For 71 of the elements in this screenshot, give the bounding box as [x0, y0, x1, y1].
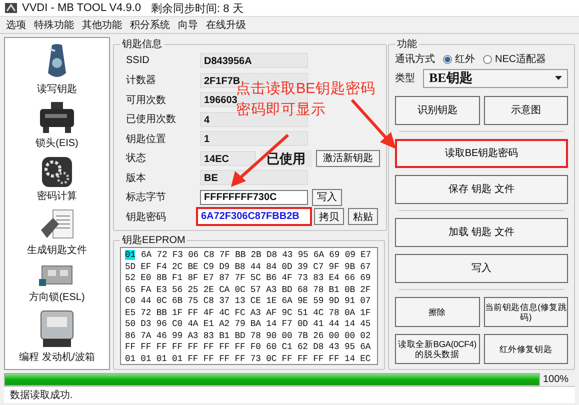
function-button[interactable]: 当前钥匙信息(修复跳码): [484, 297, 568, 327]
gear-icon: [41, 156, 73, 188]
hex-row: E5 72 BB 1F FF 4F 4C FC A3 AF 9C 51 4C 78 0A 1F: [125, 308, 371, 318]
function-button[interactable]: 识别钥匙: [395, 96, 480, 125]
sidebar-item[interactable]: 编程 发动机/波箱: [19, 350, 95, 364]
status-text: 已使用: [260, 150, 312, 166]
field-label: 版本: [125, 172, 147, 184]
field-label: 标志字节: [125, 190, 167, 204]
caret-icon: [555, 76, 562, 80]
radio-label: 红外: [455, 53, 475, 66]
radio-button[interactable]: [443, 54, 452, 64]
field-label: 已使用次数: [125, 113, 177, 126]
field-value: BE: [200, 170, 308, 185]
field-value: 14EC: [200, 150, 256, 166]
menu-item[interactable]: 向导: [178, 18, 198, 32]
lock-module-icon: [37, 101, 77, 136]
group-title: 钥匙信息: [121, 38, 163, 51]
sidebar-item[interactable]: 生成钥匙文件: [27, 243, 87, 258]
menu-item[interactable]: 在线升级: [206, 18, 246, 32]
field-label: 状态: [125, 152, 147, 165]
key-password-field[interactable]: 6A72F306C87FBB2B: [196, 207, 312, 226]
type-dropdown[interactable]: BE钥匙: [423, 68, 568, 88]
sidebar-item[interactable]: 锁头(EIS): [36, 136, 78, 150]
function-button[interactable]: 保存 钥匙 文件: [395, 175, 568, 204]
field-button[interactable]: 激活新钥匙: [316, 150, 380, 166]
sidebar-item[interactable]: 密码计算: [37, 188, 77, 203]
hex-row: C0 44 0C 6B 75 C8 37 13 CE 1E 6A 9E 59 9D 91 07: [125, 296, 371, 306]
radio-label: NEC适配器: [495, 52, 546, 66]
progress-reading: 100%: [543, 374, 570, 384]
field-label: 可用次数: [125, 94, 167, 106]
field-label: 钥匙密码: [125, 210, 167, 224]
function-button[interactable]: 擦除: [395, 297, 480, 327]
function-button[interactable]: 写入: [395, 254, 568, 283]
function-button[interactable]: 读取BE钥匙密码: [395, 139, 568, 168]
hex-row: 50 D3 96 C0 4A E1 A2 79 BA 14 F7 0D 41 44 14 45: [125, 319, 371, 329]
hex-row: 65 FA E3 56 25 2E CA 0C 57 A3 BD 68 78 B1 0B 2F: [125, 284, 371, 294]
sidebar-item[interactable]: 读写钥匙: [37, 82, 77, 96]
menu-item[interactable]: 选项: [6, 18, 26, 32]
field-label: 通讯方式: [395, 52, 435, 66]
function-button[interactable]: 示意图: [484, 96, 568, 125]
hex-row: 6A 72 F3 06 C8 7F BB 2B D8 43 95 6A 69 09 E7: [141, 250, 371, 260]
field-value: 1: [200, 131, 308, 146]
field-button[interactable]: 粘贴: [348, 208, 378, 225]
field-label: 钥匙位置: [125, 132, 167, 146]
hex-row: 86 7A 46 99 A3 83 B1 BD 78 90 00 7B 26 00 00 02: [125, 330, 371, 340]
window-title: VVDI - MB TOOL V4.9.0: [22, 2, 142, 14]
field-button[interactable]: 写入: [312, 188, 342, 206]
function-button[interactable]: 读取全新BGA(0CF4)的脱头数据: [395, 334, 480, 364]
ecu-module-icon: [38, 309, 76, 350]
sidebar-item[interactable]: 方向锁(ESL): [29, 290, 85, 304]
field-label: SSID: [125, 55, 150, 66]
group-title: 钥匙EEPROM: [121, 234, 186, 247]
menu-item[interactable]: 特殊功能: [34, 18, 74, 32]
radio-button[interactable]: [483, 54, 492, 64]
annotation-arrow: [350, 99, 396, 149]
field-value: D843956A: [200, 53, 308, 68]
hex-row: 01 01 01 01 FF FF FF FF 73 0C FF FF FF FF 14 EC: [125, 354, 371, 364]
group-title: 功能: [396, 38, 418, 51]
hex-row: 5D EF F4 2C BE C9 D9 B8 44 84 0D 39 C7 9F 9B 67: [125, 262, 371, 272]
function-button[interactable]: 加载 钥匙 文件: [395, 218, 568, 247]
hex-row: 52 E0 8B F1 8F E7 87 7F 5C B6 4F 73 83 E4 66 69: [125, 273, 371, 283]
field-label: 计数器: [125, 74, 157, 87]
menu-item[interactable]: 其他功能: [82, 18, 122, 32]
field-label: 类型: [395, 72, 415, 85]
field-button[interactable]: 拷贝: [314, 208, 344, 225]
function-button[interactable]: 红外修复钥匙: [484, 334, 568, 364]
hex-row: FF FF FF FF FF FF FF FF F0 60 C1 62 D8 43 95 6A: [125, 342, 371, 352]
status-text: 数据读取成功.: [10, 388, 73, 402]
sync-time-text: 剩余同步时间: 8 天: [151, 2, 244, 16]
flag-byte-field[interactable]: FFFFFFFF730C: [200, 190, 308, 204]
menu-item[interactable]: 积分系统: [130, 18, 170, 32]
